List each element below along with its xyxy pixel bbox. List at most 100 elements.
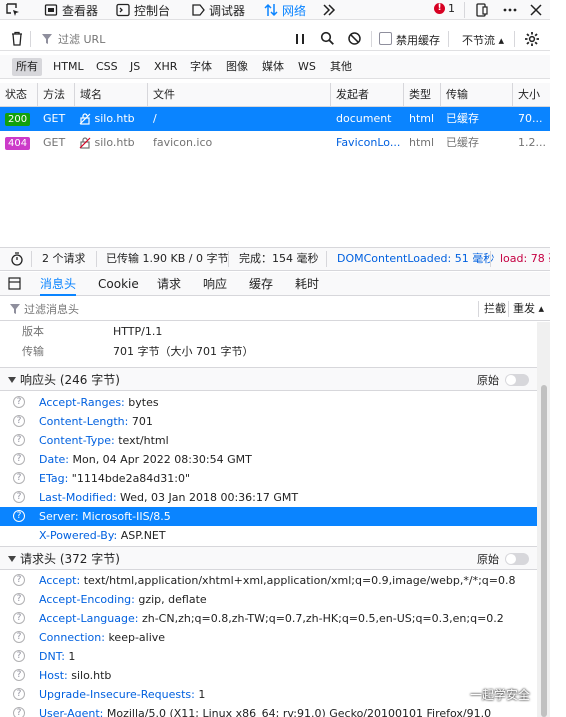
tab-debugger[interactable]: 调试器: [191, 1, 245, 19]
column-type[interactable]: 类型: [404, 83, 441, 107]
column-status[interactable]: 状态: [0, 83, 38, 107]
header-row[interactable]: ? Last-Modified: Wed, 03 Jan 2018 00:36:1…: [0, 488, 537, 507]
clear-requests-button[interactable]: [10, 31, 24, 46]
block-request-button[interactable]: 拦截: [484, 301, 506, 317]
url-filter-input[interactable]: [44, 31, 284, 47]
double-chevron-right-icon: [323, 4, 336, 16]
network-settings-button[interactable]: [524, 31, 540, 47]
header-name: Date:: [39, 453, 69, 466]
help-icon[interactable]: ?: [13, 593, 25, 605]
tab-request[interactable]: 请求: [157, 272, 181, 296]
filter-html-button[interactable]: HTML: [49, 58, 88, 76]
close-details-button[interactable]: [8, 277, 21, 290]
request-row[interactable]: 200 GET silo.htb / document html 已缓存 70.…: [0, 107, 550, 131]
filter-ws-button[interactable]: WS: [294, 58, 320, 76]
filter-fonts-button[interactable]: 字体: [186, 58, 216, 76]
header-name: Accept-Encoding:: [39, 593, 135, 606]
error-count: 1: [448, 2, 455, 15]
filter-css-button[interactable]: CSS: [92, 58, 122, 76]
headers-filter-input[interactable]: [10, 301, 210, 317]
header-name: Upgrade-Insecure-Requests:: [39, 688, 195, 701]
raw-toggle-switch[interactable]: [505, 374, 529, 386]
column-file[interactable]: 文件: [148, 83, 331, 107]
raw-toggle[interactable]: 原始: [477, 372, 529, 388]
help-icon[interactable]: ?: [13, 472, 25, 484]
filter-js-button[interactable]: JS: [126, 58, 144, 76]
raw-toggle[interactable]: 原始: [477, 551, 529, 567]
scrollbar-thumb[interactable]: [541, 385, 547, 717]
request-domain: silo.htb: [75, 107, 148, 131]
header-row[interactable]: ? Accept-Encoding: gzip, deflate: [0, 590, 537, 609]
header-row[interactable]: ? Content-Length: 701: [0, 412, 537, 431]
tab-cache[interactable]: 缓存: [249, 272, 273, 296]
header-name: Accept:: [39, 574, 81, 587]
filter-other-button[interactable]: 其他: [326, 58, 356, 76]
help-icon[interactable]: ?: [13, 669, 25, 681]
tab-console[interactable]: 控制台: [116, 1, 170, 19]
resend-button[interactable]: 重发 ▴: [513, 301, 544, 317]
help-icon[interactable]: ?: [13, 650, 25, 662]
transfer-value: 701 字节（大小 701 字节）: [113, 345, 254, 358]
header-row[interactable]: ? Accept: text/html,application/xhtml+xml…: [0, 571, 537, 590]
header-row[interactable]: X-Powered-By: ASP.NET: [0, 526, 537, 545]
gear-icon: [525, 32, 539, 46]
header-row[interactable]: ? Server: Microsoft-IIS/8.5: [0, 507, 537, 526]
header-row[interactable]: ? ETag: "1114bde2a84d31:0": [0, 469, 537, 488]
request-method: GET: [43, 112, 66, 125]
filter-images-button[interactable]: 图像: [222, 58, 252, 76]
column-method[interactable]: 方法: [38, 83, 75, 107]
disable-cache-checkbox[interactable]: [379, 32, 392, 45]
header-row[interactable]: ? DNT: 1: [0, 647, 537, 666]
help-icon[interactable]: ?: [13, 453, 25, 465]
column-size[interactable]: 大小: [513, 83, 550, 107]
request-initiator[interactable]: FaviconLo...: [331, 131, 404, 155]
right-gutter: [550, 0, 566, 717]
tab-inspector[interactable]: 查看器: [44, 1, 98, 19]
raw-toggle-switch[interactable]: [505, 553, 529, 565]
disable-cache-label: 禁用缓存: [396, 34, 440, 47]
tab-timings[interactable]: 耗时: [295, 272, 319, 296]
header-row[interactable]: ? Date: Mon, 04 Apr 2022 08:30:54 GMT: [0, 450, 537, 469]
header-row[interactable]: ? Connection: keep-alive: [0, 628, 537, 647]
filter-media-button[interactable]: 媒体: [258, 58, 288, 76]
help-icon[interactable]: ?: [13, 574, 25, 586]
help-icon[interactable]: ?: [13, 510, 25, 522]
help-icon[interactable]: ?: [13, 688, 25, 700]
element-picker-button[interactable]: [6, 1, 20, 19]
close-devtools-button[interactable]: [529, 1, 543, 19]
request-headers-section[interactable]: 请求头 (372 字节) 原始: [0, 546, 537, 570]
tab-cookies[interactable]: Cookie: [98, 272, 139, 296]
help-icon[interactable]: ?: [13, 631, 25, 643]
column-domain[interactable]: 域名: [75, 83, 148, 107]
watermark-text: 一起学安全: [470, 687, 531, 702]
request-initiator[interactable]: document: [331, 107, 404, 131]
tab-network[interactable]: 网络: [264, 1, 306, 19]
help-icon[interactable]: ?: [13, 415, 25, 427]
responsive-mode-button[interactable]: [475, 1, 489, 19]
column-transferred[interactable]: 传输: [441, 83, 513, 107]
help-icon[interactable]: ?: [13, 707, 25, 717]
tab-headers[interactable]: 消息头: [40, 272, 77, 296]
help-icon[interactable]: ?: [13, 434, 25, 446]
throttle-select[interactable]: 不节流 ▴: [462, 32, 504, 48]
pause-button[interactable]: [294, 32, 306, 46]
help-icon[interactable]: ?: [13, 491, 25, 503]
column-initiator[interactable]: 发起者: [331, 83, 404, 107]
error-count-badge[interactable]: ! 1: [434, 2, 455, 15]
menu-button[interactable]: [503, 1, 517, 19]
header-name: Accept-Language:: [39, 612, 139, 625]
block-button[interactable]: [347, 31, 362, 46]
more-tools-button[interactable]: [322, 1, 336, 19]
request-domain: silo.htb: [75, 131, 148, 155]
tab-response[interactable]: 响应: [203, 272, 227, 296]
header-row[interactable]: ? Accept-Ranges: bytes: [0, 393, 537, 412]
search-button[interactable]: [320, 31, 335, 46]
header-row[interactable]: ? Content-Type: text/html: [0, 431, 537, 450]
header-row[interactable]: ? Accept-Language: zh-CN,zh;q=0.8,zh-TW;q…: [0, 609, 537, 628]
request-row[interactable]: 404 GET silo.htb favicon.ico FaviconLo..…: [0, 131, 550, 155]
filter-xhr-button[interactable]: XHR: [150, 58, 181, 76]
filter-all-button[interactable]: 所有: [12, 58, 42, 76]
response-headers-section[interactable]: 响应头 (246 字节) 原始: [0, 367, 537, 391]
help-icon[interactable]: ?: [13, 396, 25, 408]
help-icon[interactable]: ?: [13, 612, 25, 624]
